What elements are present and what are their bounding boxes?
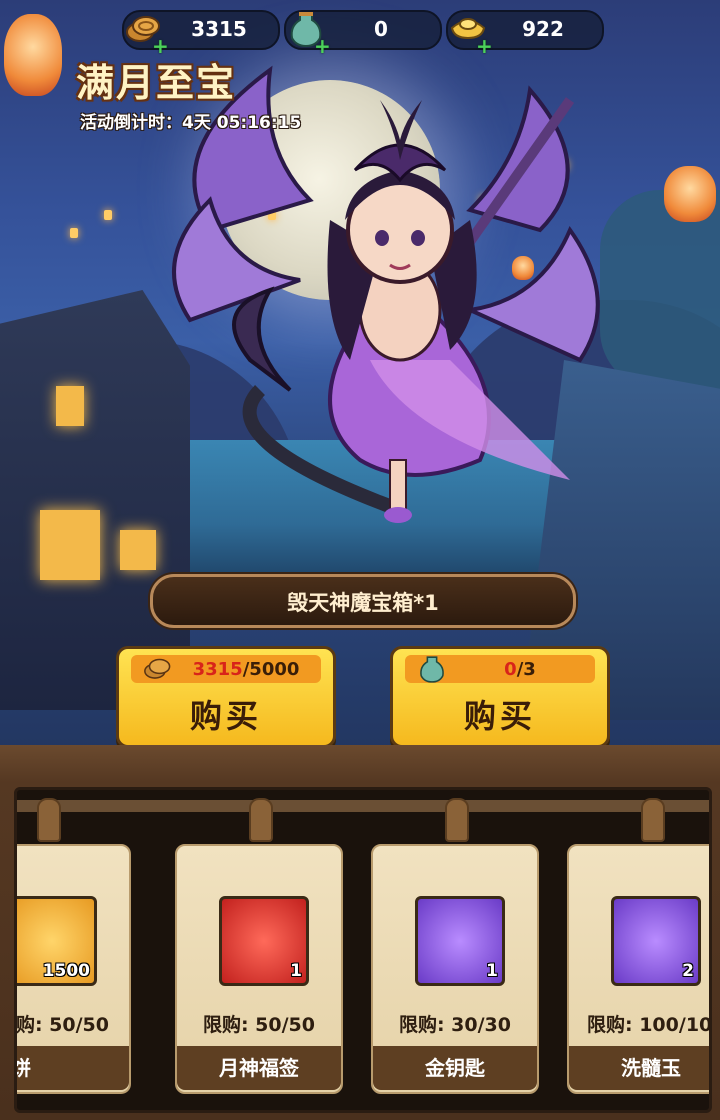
- item-quantity: 2: [682, 961, 694, 981]
- item-name: 月饼: [17, 1046, 129, 1090]
- buy-with-vase-button[interactable]: 0/3 购买: [390, 646, 610, 748]
- sky-lantern-icon: [70, 228, 78, 238]
- add-icon[interactable]: +: [476, 34, 493, 58]
- price-required: /5000: [242, 659, 300, 680]
- event-countdown: 活动倒计时：4天 05:16:15: [80, 113, 302, 133]
- purchase-limit: 限购: 30/30: [398, 1014, 512, 1036]
- resource-mooncake-coin[interactable]: + 3315: [122, 10, 280, 58]
- item-quantity: 1: [486, 961, 498, 981]
- buy-with-coins-button[interactable]: 3315/5000 购买: [116, 646, 336, 748]
- hook-icon: [445, 798, 469, 842]
- mooncake-coin-icon: [144, 658, 171, 679]
- shop-item-card[interactable]: 2 限购: 100/10 洗髓玉: [567, 798, 712, 1094]
- shop-item-card[interactable]: 1 限购: 50/50 月神福签: [175, 798, 343, 1094]
- resource-jade-vase[interactable]: + 0: [284, 10, 442, 58]
- hook-icon: [641, 798, 665, 842]
- price-bar: 0/3: [405, 655, 595, 683]
- hanging-rope: [17, 800, 709, 812]
- mooncake-icon: 1500: [17, 896, 97, 986]
- hook-icon: [37, 798, 61, 842]
- resource-value: 0: [374, 17, 388, 41]
- buy-label: 购买: [189, 697, 262, 735]
- jade-vase-icon: [420, 656, 444, 683]
- fortune-slip-icon: 1: [219, 896, 309, 986]
- item-quantity: 1: [290, 961, 302, 981]
- golden-key-icon: 1: [415, 896, 505, 986]
- purchase-limit: 限购: 50/50: [202, 1014, 316, 1036]
- event-title: 满月至宝: [76, 61, 237, 105]
- shop-item-card[interactable]: 1 限购: 30/30 金钥匙: [371, 798, 539, 1094]
- shop-scroll-area[interactable]: 1500 购: 50/50 月饼 1 限购: 50/50 月神福签 1 限购: …: [14, 787, 712, 1113]
- price-text: 3315/5000: [171, 659, 321, 680]
- purchase-limit: 购: 50/50: [15, 1014, 109, 1036]
- reward-banner: 毁天神魔宝箱*1: [150, 574, 576, 628]
- resource-gold-ingot[interactable]: + 922: [446, 10, 604, 58]
- price-owned: 3315: [192, 659, 243, 680]
- jade-dragon-icon: 2: [611, 896, 701, 986]
- buy-label: 购买: [463, 697, 536, 735]
- resource-value: 922: [522, 17, 564, 41]
- resource-value: 3315: [191, 17, 247, 41]
- add-icon[interactable]: +: [314, 34, 331, 58]
- item-name: 金钥匙: [373, 1046, 537, 1090]
- item-quantity: 1500: [42, 961, 90, 981]
- sky-lantern-icon: [104, 210, 112, 220]
- lantern-icon: [664, 166, 716, 222]
- price-text: 0/3: [445, 659, 595, 680]
- price-required: /3: [516, 659, 536, 680]
- item-name: 月神福签: [177, 1046, 341, 1090]
- purchase-limit: 限购: 100/10: [587, 1014, 712, 1036]
- price-owned: 0: [504, 659, 517, 680]
- shop-item-card[interactable]: 1500 购: 50/50 月饼: [15, 798, 131, 1094]
- lantern-icon: [4, 14, 62, 96]
- item-name: 洗髓玉: [569, 1046, 709, 1090]
- hook-icon: [249, 798, 273, 842]
- reward-banner-text: 毁天神魔宝箱*1: [287, 591, 439, 615]
- price-bar: 3315/5000: [131, 655, 321, 683]
- exchange-shop: 1500 购: 50/50 月饼 1 限购: 50/50 月神福签 1 限购: …: [0, 745, 720, 1120]
